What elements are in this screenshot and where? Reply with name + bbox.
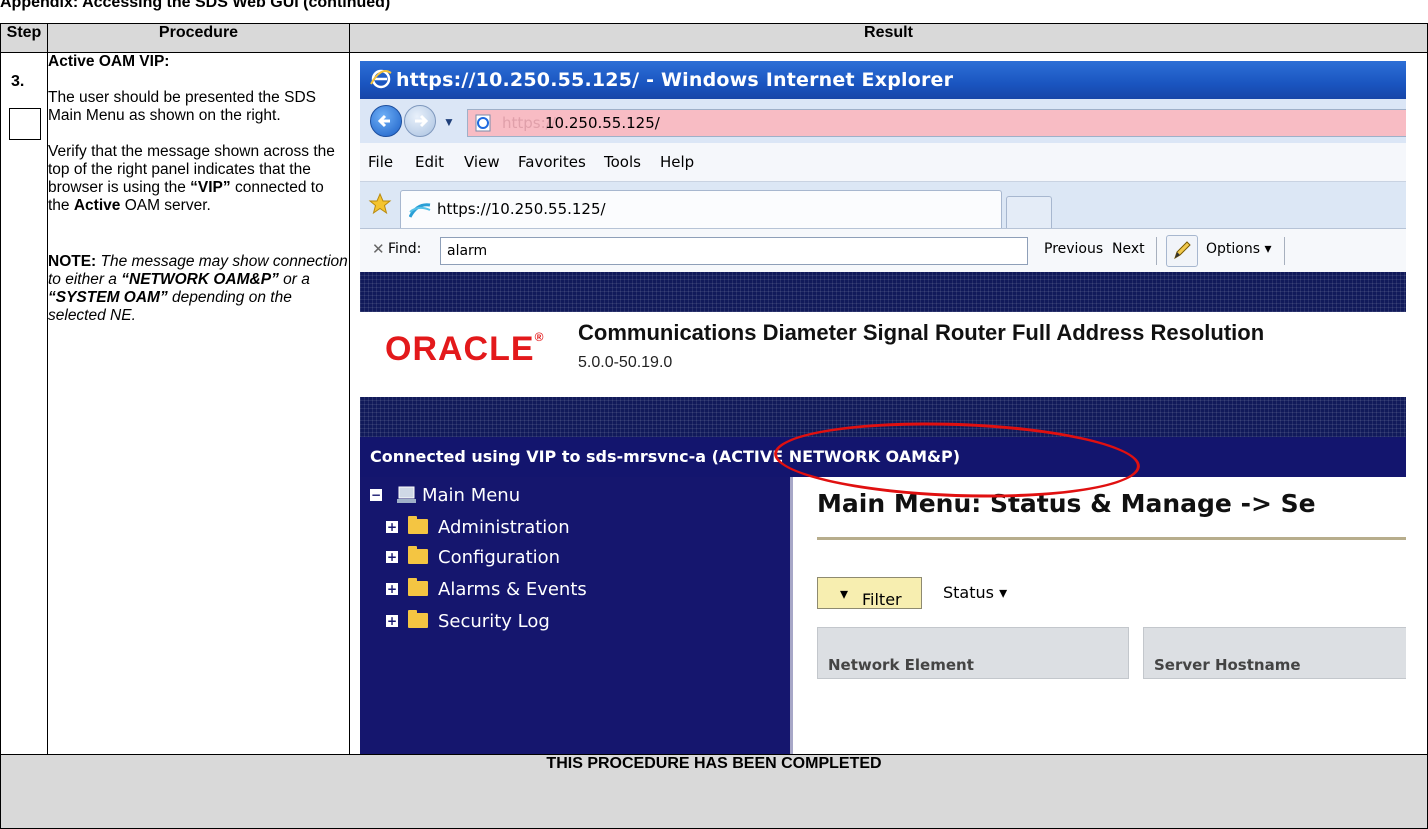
column-header-network-element[interactable]: Network Element	[817, 627, 1129, 679]
browser-screenshot: https://10.250.55.125/ - Windows Interne…	[360, 61, 1406, 754]
app-header: ORACLE® Communications Diameter Signal R…	[360, 312, 1406, 397]
find-value: alarm	[447, 243, 488, 259]
menu-edit[interactable]: Edit	[415, 153, 444, 171]
back-button[interactable]	[370, 105, 402, 137]
folder-icon	[408, 610, 428, 628]
tree-main-menu-label: Main Menu	[422, 485, 521, 506]
new-tab-button[interactable]	[1006, 196, 1052, 229]
tab-title: https://10.250.55.125/	[437, 200, 606, 218]
find-input[interactable]: alarm	[440, 237, 1028, 265]
tree-label: Administration	[438, 517, 570, 538]
product-version: 5.0.0-50.19.0	[578, 354, 673, 371]
result-cell: https://10.250.55.125/ - Windows Interne…	[349, 52, 1428, 755]
menu-tools[interactable]: Tools	[604, 153, 641, 171]
history-dropdown-icon[interactable]: ▼	[443, 115, 455, 129]
procedure-para1: The user should be presented the SDS Mai…	[48, 89, 316, 124]
expand-icon[interactable]: +	[386, 583, 398, 595]
expand-icon[interactable]: +	[386, 551, 398, 563]
find-bar: ✕ Find: alarm Previous Next Options ▾	[360, 228, 1406, 273]
procedure-complete-banner: THIS PROCEDURE HAS BEEN COMPLETED	[0, 754, 1428, 829]
arrow-left-icon	[377, 114, 390, 128]
main-menu-tree: − Main Menu + Administration + Configura…	[360, 477, 790, 754]
step-number: 3.	[11, 73, 25, 90]
pencil-icon	[1174, 241, 1191, 260]
tree-label: Configuration	[438, 547, 561, 568]
column-header-server-hostname[interactable]: Server Hostname	[1143, 627, 1406, 679]
tab-active[interactable]: https://10.250.55.125/	[400, 190, 1002, 229]
collapse-icon[interactable]: −	[370, 489, 382, 501]
step-checkbox[interactable]	[9, 108, 41, 140]
close-find-icon[interactable]: ✕	[372, 240, 385, 258]
header-result: Result	[349, 23, 1428, 53]
header-procedure: Procedure	[47, 23, 350, 53]
procedure-para2: Verify that the message shown across the…	[48, 143, 335, 214]
procedure-title: Active OAM VIP:	[48, 53, 170, 70]
address-bar: ▼ https:// 10.250.55.125/	[360, 99, 1406, 143]
menu-file[interactable]: File	[368, 153, 393, 171]
forward-button[interactable]	[404, 105, 436, 137]
banner-pattern	[360, 272, 1406, 312]
window-titlebar: https://10.250.55.125/ - Windows Interne…	[360, 61, 1406, 99]
menu-help[interactable]: Help	[660, 153, 694, 171]
expand-icon[interactable]: +	[386, 615, 398, 627]
folder-icon	[408, 546, 428, 564]
window-title: https://10.250.55.125/ - Windows Interne…	[396, 69, 954, 91]
url-host: 10.250.55.125/	[545, 114, 660, 132]
procedure-note: NOTE: The message may show connection to…	[48, 253, 348, 324]
tab-bar: https://10.250.55.125/	[360, 182, 1406, 229]
favorites-star-icon[interactable]	[368, 192, 392, 216]
product-title: Communications Diameter Signal Router Fu…	[578, 320, 1265, 345]
url-input[interactable]: https:// 10.250.55.125/	[467, 109, 1406, 137]
divider	[1284, 237, 1285, 265]
folder-icon	[408, 516, 428, 534]
procedure-cell: Active OAM VIP: The user should be prese…	[47, 52, 350, 755]
computer-icon	[397, 486, 416, 503]
site-icon	[409, 203, 431, 218]
divider	[1156, 237, 1157, 265]
menu-favorites[interactable]: Favorites	[518, 153, 586, 171]
highlight-button[interactable]	[1166, 235, 1198, 267]
find-next-button[interactable]: Next	[1112, 241, 1145, 257]
content-pane: Main Menu: Status & Manage -> Se Filter …	[790, 477, 1406, 754]
tree-label: Security Log	[438, 611, 550, 632]
page-icon	[475, 114, 491, 132]
folder-icon	[408, 578, 428, 596]
menu-bar: File Edit View Favorites Tools Help	[360, 143, 1406, 182]
ie-logo-icon	[370, 69, 392, 89]
appendix-heading: Appendix: Accessing the SDS Web GUI (con…	[0, 0, 391, 11]
oracle-logo: ORACLE®	[385, 330, 545, 368]
status-menu[interactable]: Status ▾	[943, 583, 1007, 602]
expand-icon[interactable]: +	[386, 521, 398, 533]
find-previous-button[interactable]: Previous	[1044, 241, 1103, 257]
arrow-right-icon	[415, 114, 429, 128]
tree-label: Alarms & Events	[438, 579, 587, 600]
procedure-table: Step Procedure Result 3. Active OAM VIP:…	[0, 23, 1428, 829]
header-step: Step	[0, 23, 48, 53]
filter-button[interactable]: Filter ▾	[817, 577, 922, 609]
find-label: Find:	[388, 241, 422, 257]
title-rule	[817, 537, 1406, 540]
menu-view[interactable]: View	[464, 153, 500, 171]
step-cell: 3.	[0, 52, 48, 755]
find-options-button[interactable]: Options ▾	[1206, 241, 1272, 257]
